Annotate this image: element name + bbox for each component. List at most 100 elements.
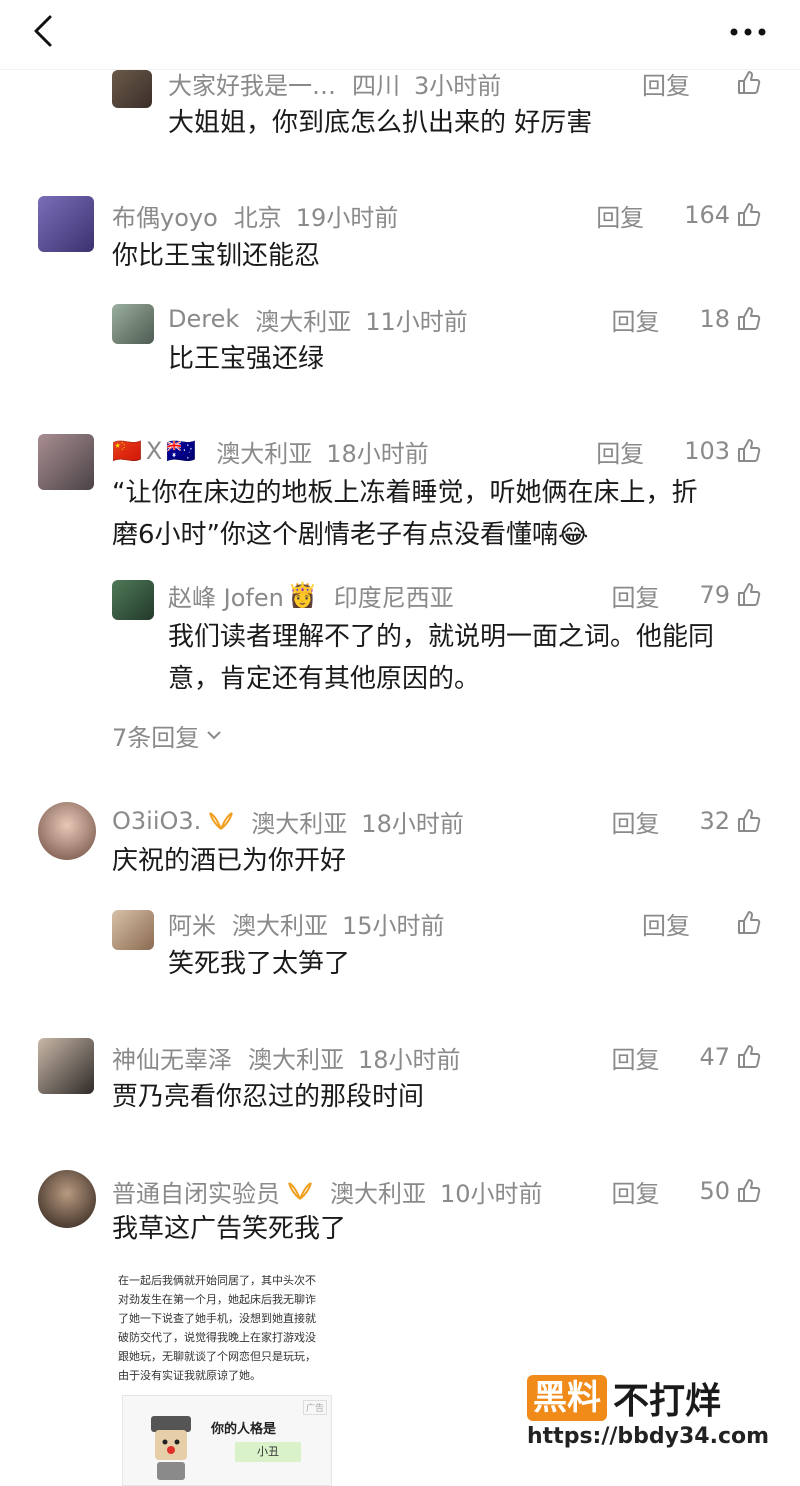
comment-time: 11小时前 [365,307,468,336]
reply-button[interactable]: 回复 [596,434,644,469]
like-icon[interactable] [736,306,762,332]
comment-meta: 🇨🇳 X 🇦🇺 澳大利亚 18小时前 [112,434,443,468]
avatar[interactable] [112,70,152,108]
image-text-line: 对劲发生在第一个月，她起床后我无聊诈 [118,1293,316,1306]
ad-question: 你的人格是 [211,1422,277,1437]
comment-time: 18小时前 [326,439,429,468]
user-name[interactable]: 普通自闭实验员 [112,1174,280,1209]
comment-text: 我们读者理解不了的，就说明一面之词。他能同 [168,622,715,652]
comment-meta: 阿米 澳大利亚 15小时前 [168,906,459,940]
comment-actions: 回复 18 [611,302,762,336]
user-name[interactable]: 布偶yoyo [112,198,218,233]
avatar[interactable] [38,196,94,252]
like-count: 32 [699,807,730,835]
comment-text: “让你在床边的地板上冻着睡觉，听她俩在床上，折 [112,478,698,508]
comment-actions: 回复 32 [611,804,762,838]
user-name[interactable]: Derek [168,305,239,333]
avatar[interactable] [38,1170,96,1228]
chevron-down-icon [207,731,221,740]
comment-text: 意，肯定还有其他原因的。 [168,664,481,694]
user-name[interactable]: O3iiO3. [112,807,201,835]
comment-text: 我草这广告笑死我了 [112,1214,347,1244]
reply-button[interactable]: 回复 [596,198,644,233]
comment-text: 贾乃亮看你忍过的那段时间 [112,1082,425,1112]
like-icon[interactable] [736,1178,762,1204]
comment-time: 15小时前 [342,911,445,940]
comment-actions: 回复 103 [596,434,762,468]
watermark-url: https://bbdy34.com [527,1424,770,1449]
user-location: 澳大利亚 [330,1179,426,1208]
reply-button[interactable]: 回复 [642,906,690,941]
comment-text: 大姐姐，你到底怎么扒出来的 好厉害 [168,108,593,138]
ad-card: 广告 你的人格是 小丑 [122,1395,332,1486]
avatar[interactable] [38,1038,94,1094]
user-name[interactable]: X [146,437,162,465]
reply-button[interactable]: 回复 [611,804,659,839]
comment-meta: 赵峰 Jofen 👸 印度尼西亚 [168,578,468,612]
comment-time: 3小时前 [414,71,502,100]
user-name[interactable]: 大家好我是一… [168,66,336,101]
like-icon[interactable] [736,70,762,96]
avatar[interactable] [112,580,154,620]
expand-replies-label: 7条回复 [112,723,200,752]
comment-meta: 大家好我是一… 四川 3小时前 [168,66,515,100]
comment-meta: 普通自闭实验员 澳大利亚 10小时前 [112,1174,557,1208]
comment-time: 18小时前 [358,1045,461,1074]
user-location: 澳大利亚 [216,439,313,468]
more-dots-icon[interactable] [728,26,768,38]
comment-text: 笑死我了太笋了 [168,949,351,979]
reply-button[interactable]: 回复 [611,1174,659,1209]
like-icon[interactable] [736,808,762,834]
back-arrow-icon[interactable] [28,14,58,48]
reply-button[interactable]: 回复 [642,66,690,101]
user-name[interactable]: 赵峰 Jofen [168,578,284,613]
comment-actions: 回复 79 [611,578,762,612]
avatar[interactable] [38,802,96,860]
user-location: 澳大利亚 [248,1045,344,1074]
flag-icon: 🇨🇳 [112,437,142,465]
like-icon[interactable] [736,438,762,464]
comment-text: 你比王宝钏还能忍 [112,241,321,271]
vip-badge-icon [209,812,234,830]
comment-time: 18小时前 [361,809,464,838]
user-name[interactable]: 神仙无辜泽 [112,1040,232,1075]
watermark-brand-part2: 不打烊 [613,1381,722,1422]
like-count: 164 [684,201,730,229]
like-icon[interactable] [736,202,762,228]
reply-button[interactable]: 回复 [611,302,659,337]
expand-replies-button[interactable]: 7条回复 [112,718,223,752]
image-text: 在一起后我俩就开始同居了，其中头次不 对劲发生在第一个月，她起床后我无聊诈 了她… [118,1271,348,1385]
comment-time: 19小时前 [295,203,399,232]
comment-time: 10小时前 [440,1179,543,1208]
user-location: 四川 [352,71,400,100]
user-location: 澳大利亚 [251,809,348,838]
user-name[interactable]: 阿米 [168,906,216,941]
like-icon[interactable] [736,910,762,936]
like-count: 103 [684,437,730,465]
comment-text: 磨6小时”你这个剧情老子有点没看懂喃😂 [112,520,589,550]
comment-actions: 回复 [642,906,762,940]
user-name-group[interactable]: 🇨🇳 X 🇦🇺 [112,437,200,465]
image-text-line: 由于没有实证我就原谅了她。 [118,1369,261,1382]
avatar[interactable] [112,304,154,344]
top-bar [0,0,800,70]
reply-button[interactable]: 回复 [611,578,659,613]
like-count: 50 [699,1177,730,1205]
like-icon[interactable] [736,1044,762,1070]
like-icon[interactable] [736,582,762,608]
comment-actions: 回复 47 [611,1040,762,1074]
image-text-line: 破防交代了，说觉得我晚上在家打游戏没 [118,1331,316,1344]
comment-text: 庆祝的酒已为你开好 [112,846,347,876]
ad-answer: 小丑 [235,1442,301,1462]
image-text-line: 了她一下说查了她手机，没想到她直接就 [118,1312,316,1325]
reply-button[interactable]: 回复 [611,1040,659,1075]
comment-meta: O3iiO3. 澳大利亚 18小时前 [112,804,478,838]
user-location: 澳大利亚 [232,911,328,940]
comment-image[interactable]: 在一起后我俩就开始同居了，其中头次不 对劲发生在第一个月，她起床后我无聊诈 了她… [112,1265,352,1486]
watermark-brand: 黑料 不打烊 [527,1374,721,1422]
clown-figure-icon [151,1416,191,1480]
flag-icon: 🇦🇺 [166,437,197,465]
avatar[interactable] [112,910,154,950]
avatar[interactable] [38,434,94,490]
like-count: 18 [699,305,730,333]
